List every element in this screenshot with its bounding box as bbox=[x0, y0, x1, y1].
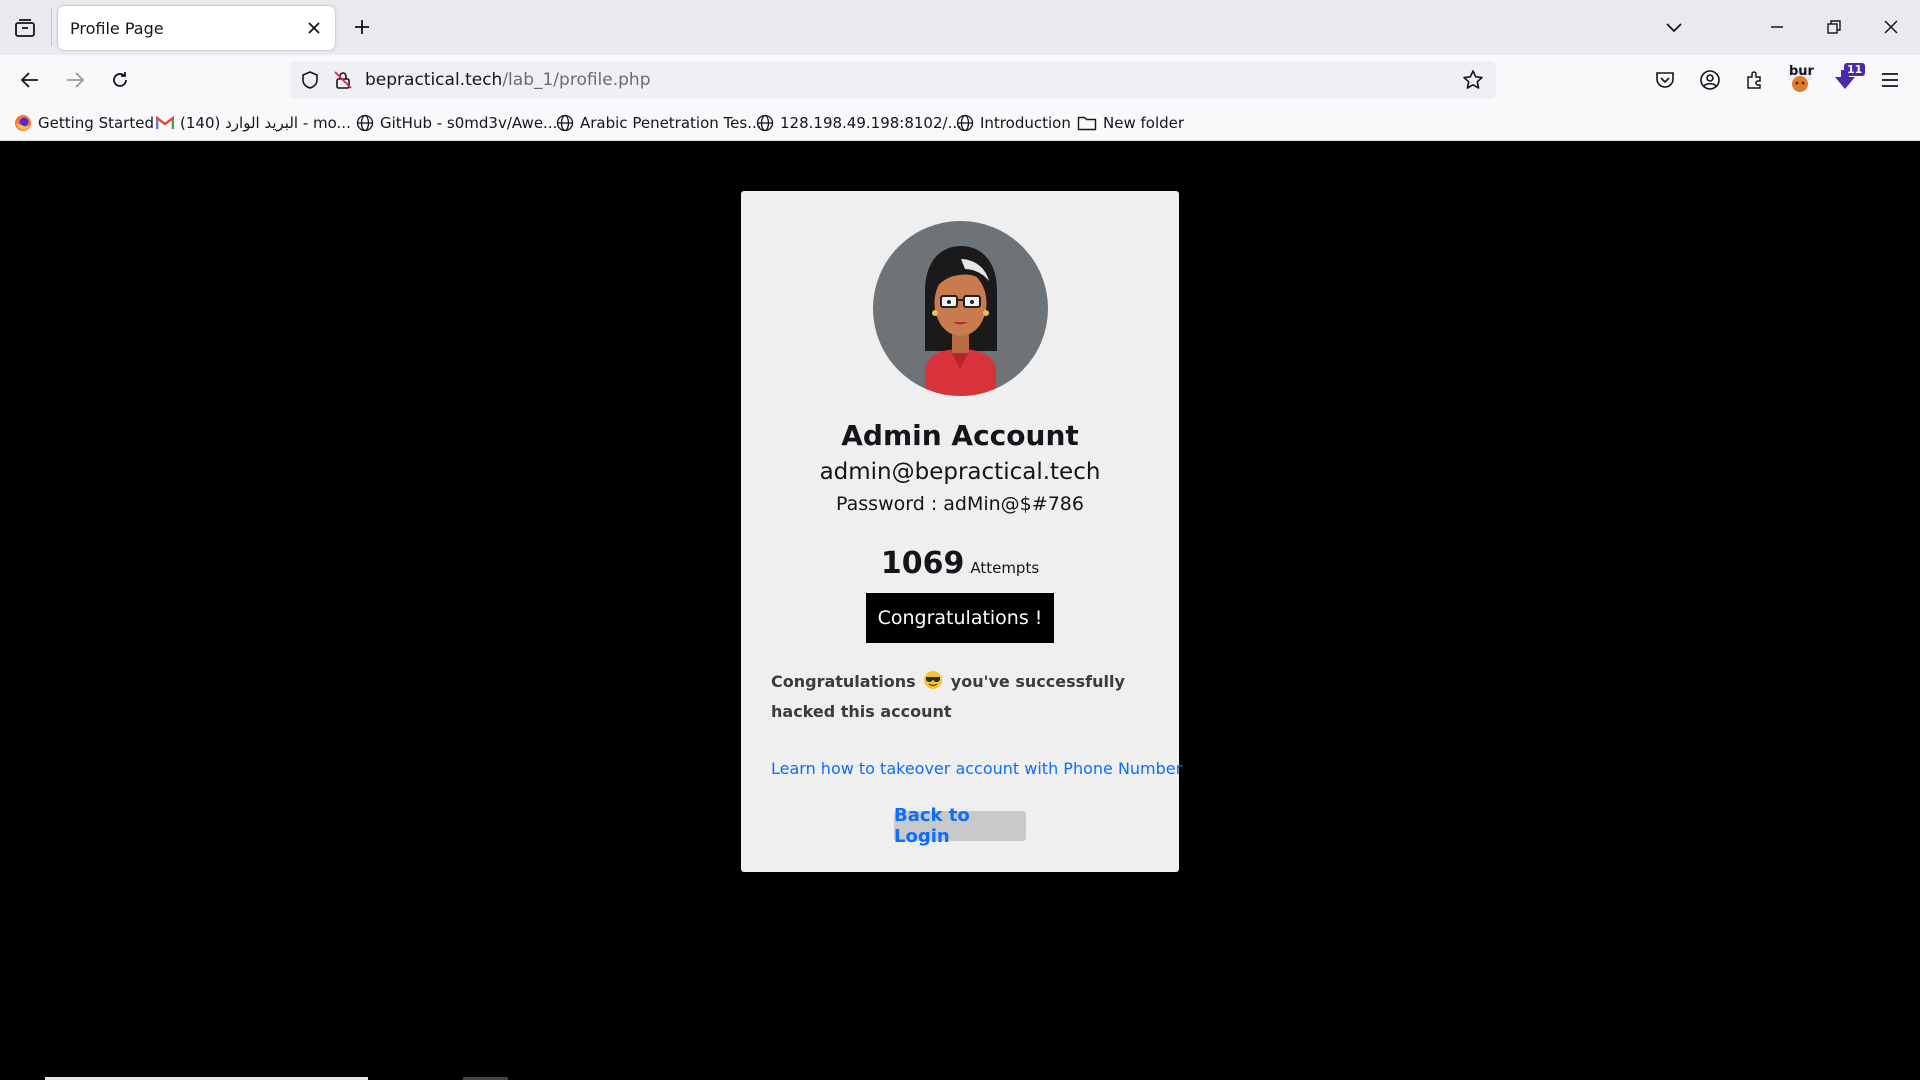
tab-title: Profile Page bbox=[70, 19, 164, 38]
attempts-count: 1069 bbox=[880, 546, 965, 581]
forward-button[interactable] bbox=[60, 65, 90, 95]
message-start: Congratulations bbox=[771, 672, 916, 691]
bookmark-label: Getting Started bbox=[38, 114, 154, 132]
profile-password: Password : adMin@$#786 bbox=[741, 493, 1179, 515]
avatar bbox=[873, 221, 1048, 396]
bookmark-getting-started[interactable]: Getting Started bbox=[14, 112, 154, 134]
gmail-icon bbox=[156, 116, 174, 129]
shield-icon[interactable] bbox=[300, 70, 320, 90]
firefox-icon bbox=[15, 115, 31, 131]
back-button[interactable] bbox=[15, 65, 45, 95]
reload-icon bbox=[113, 72, 127, 87]
congratulations-button[interactable]: Congratulations ! bbox=[866, 593, 1054, 643]
burp-label: bur bbox=[1789, 64, 1814, 79]
bookmark-arabic-penetration[interactable]: Arabic Penetration Tes... bbox=[556, 112, 762, 134]
bookmark-github[interactable]: GitHub - s0md3v/Awe... bbox=[356, 112, 557, 134]
globe-icon bbox=[756, 114, 774, 132]
tab-profile-page[interactable]: Profile Page bbox=[58, 6, 335, 50]
download-extension-button[interactable]: 11 bbox=[1830, 63, 1866, 95]
avatar-illustration bbox=[925, 246, 997, 396]
page-content: Admin Account admin@bepractical.tech Pas… bbox=[0, 141, 1920, 1080]
password-value: adMin@$#786 bbox=[943, 493, 1084, 515]
hamburger-menu-icon bbox=[1882, 73, 1898, 87]
new-tab-button[interactable] bbox=[350, 15, 374, 39]
attempts-counter: 1069 Attempts bbox=[741, 546, 1179, 581]
globe-icon bbox=[556, 114, 574, 132]
smiling-face-with-sunglasses-emoji-icon bbox=[924, 671, 943, 689]
bookmark-label: GitHub - s0md3v/Awe... bbox=[380, 114, 558, 132]
minimize-button[interactable] bbox=[1762, 12, 1792, 42]
puzzle-icon bbox=[1747, 71, 1761, 89]
bookmark-gmail[interactable]: البريد الوارد (140) - mo... bbox=[156, 112, 351, 134]
bookmark-label: Introduction bbox=[980, 114, 1071, 132]
bookmark-introduction[interactable]: Introduction bbox=[956, 112, 1071, 134]
pocket-button[interactable] bbox=[1650, 65, 1680, 95]
reload-button[interactable] bbox=[105, 65, 135, 95]
bookmark-label: 128.198.49.198:8102/... bbox=[780, 114, 962, 132]
profile-email: admin@bepractical.tech bbox=[819, 459, 1101, 485]
plus-icon bbox=[355, 20, 369, 34]
password-label: Password : bbox=[836, 493, 944, 515]
burp-extension-button[interactable]: bur bbox=[1785, 64, 1815, 95]
chevron-down-icon bbox=[1666, 23, 1682, 33]
folder-icon bbox=[1077, 116, 1097, 131]
list-all-tabs-button[interactable] bbox=[1659, 12, 1689, 42]
url-bar[interactable]: bepractical.tech/lab_1/profile.php bbox=[290, 61, 1496, 99]
close-icon bbox=[308, 22, 320, 34]
divider bbox=[51, 8, 52, 46]
tab-close-button[interactable] bbox=[305, 19, 323, 37]
profile-name: Admin Account bbox=[841, 419, 1079, 452]
globe-icon bbox=[356, 114, 374, 132]
arrow-left-icon bbox=[20, 72, 38, 88]
phone-takeover-link[interactable]: Learn how to takeover account with Phone… bbox=[771, 759, 1182, 778]
globe-icon bbox=[956, 114, 974, 132]
bookmark-label: Arabic Penetration Tes... bbox=[580, 114, 762, 132]
bookmark-star-icon[interactable] bbox=[1462, 69, 1484, 91]
extension-badge: 11 bbox=[1844, 63, 1866, 76]
arrow-right-icon bbox=[67, 72, 85, 88]
url-path: /lab_1/profile.php bbox=[502, 70, 651, 90]
minimize-icon bbox=[1771, 26, 1783, 28]
pocket-icon bbox=[1656, 72, 1674, 88]
account-button[interactable] bbox=[1695, 65, 1725, 95]
back-to-login-button[interactable]: Back to Login bbox=[894, 805, 1026, 847]
bookmark-ip-address[interactable]: 128.198.49.198:8102/... bbox=[756, 112, 962, 134]
url-domain: bepractical.tech bbox=[365, 70, 503, 90]
close-icon bbox=[1884, 20, 1898, 34]
insecure-lock-icon[interactable] bbox=[333, 70, 353, 90]
tab-list-icon bbox=[15, 19, 35, 37]
tab-bar: Profile Page bbox=[0, 0, 1920, 55]
bookmarks-toolbar: Getting Started البريد الوارد (140) - mo… bbox=[0, 105, 1920, 141]
attempts-label: Attempts bbox=[970, 559, 1040, 577]
url-text[interactable]: bepractical.tech/lab_1/profile.php bbox=[365, 70, 651, 90]
close-window-button[interactable] bbox=[1876, 12, 1906, 42]
profile-card: Admin Account admin@bepractical.tech Pas… bbox=[741, 191, 1182, 872]
account-icon bbox=[1700, 70, 1720, 90]
tab-list-button[interactable] bbox=[12, 15, 38, 41]
bookmark-new-folder[interactable]: New folder bbox=[1077, 112, 1184, 134]
navigation-toolbar: bepractical.tech/lab_1/profile.php bur 1… bbox=[0, 55, 1920, 105]
app-menu-button[interactable] bbox=[1875, 65, 1905, 95]
restore-icon bbox=[1827, 20, 1841, 34]
bookmark-label: البريد الوارد (140) - mo... bbox=[180, 114, 351, 132]
restore-button[interactable] bbox=[1819, 12, 1849, 42]
success-message: Congratulations you've successfully hack… bbox=[771, 667, 1151, 727]
extensions-button[interactable] bbox=[1740, 65, 1770, 95]
bookmark-label: New folder bbox=[1103, 114, 1185, 132]
